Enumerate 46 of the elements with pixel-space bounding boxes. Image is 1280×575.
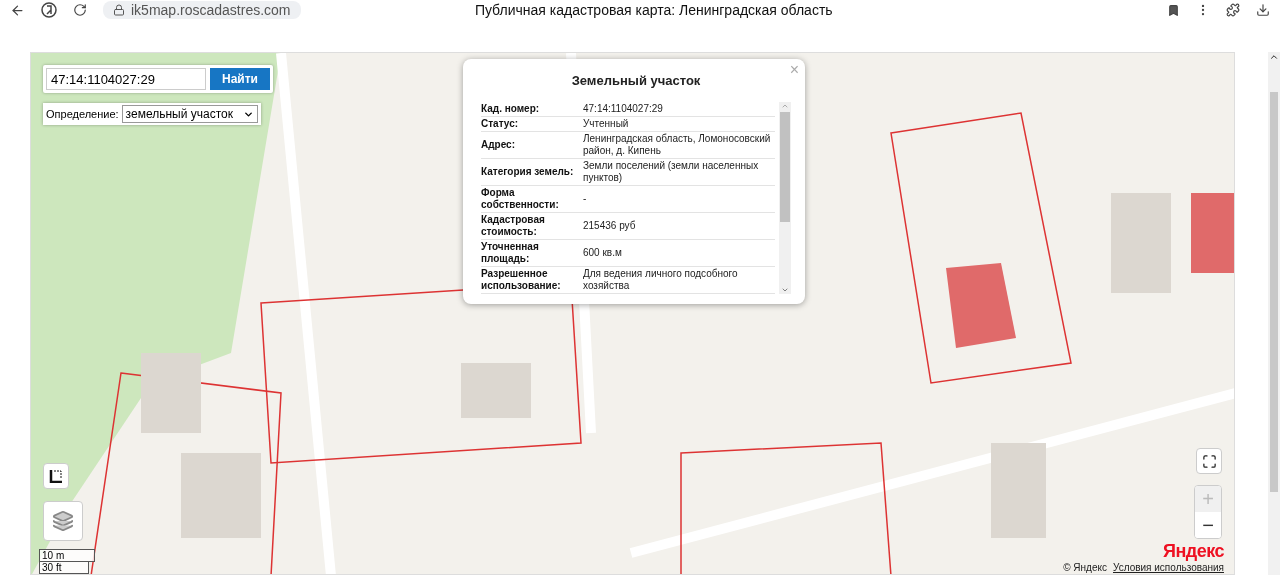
ruler-icon (49, 469, 63, 483)
field-label: Кадастровая стоимость: (481, 214, 546, 238)
lock-icon (113, 4, 125, 16)
search-field[interactable]: 47:14:1104027:29 (46, 68, 206, 90)
layers-icon (52, 510, 74, 532)
field-label: Кад. номер: (481, 103, 541, 115)
address-bar[interactable]: ik5map.roscadastres.com (103, 1, 301, 19)
field-value: - (583, 193, 588, 205)
fullscreen-button[interactable] (1196, 448, 1222, 474)
fullscreen-icon (1201, 453, 1217, 469)
back-icon[interactable] (10, 2, 25, 18)
search-button[interactable]: Найти (210, 68, 270, 90)
field-value: Для ведения личного подсобного хозяйства (583, 268, 739, 292)
browser-logo-icon[interactable] (41, 2, 57, 18)
select-value: земельный участок (125, 107, 233, 121)
field-label: Форма собственности: (481, 187, 560, 211)
scroll-down-icon[interactable] (781, 286, 789, 294)
copyright-text: © Яндекс (1063, 562, 1107, 573)
ruler-button[interactable] (43, 463, 69, 489)
field-value: Ленинградская область, Ломоносовский район, д. Кипень (583, 133, 772, 157)
page-title: Публичная кадастровая карта: Ленинградская область (473, 2, 834, 18)
field-label: Категория земель: (481, 166, 575, 178)
popup-title: Земельный участок (570, 73, 702, 88)
field-label: Разрешенное использование: (481, 268, 562, 292)
scroll-up-icon[interactable] (1269, 52, 1279, 62)
field-value: Земли поселений (земли населенных пунктов) (583, 160, 760, 184)
reload-icon[interactable] (73, 3, 87, 17)
layers-button[interactable] (43, 501, 83, 541)
field-label: Статус: (481, 118, 520, 130)
download-icon[interactable] (1256, 3, 1270, 17)
scrollbar[interactable] (779, 102, 791, 294)
map-logo: Яндекс (1162, 541, 1224, 562)
field-value: 47:14:1104027:29 (583, 103, 664, 115)
scale-bar: 30 ft (39, 562, 89, 574)
extension-icon[interactable] (1226, 3, 1240, 17)
bookmark-icon[interactable] (1167, 3, 1180, 17)
terms-link[interactable]: Условия использования (1113, 562, 1224, 573)
field-value: 215436 руб (583, 220, 637, 232)
field-label: Адрес: (481, 139, 516, 151)
definition-label: Определение: (46, 108, 119, 120)
scale-bar: 10 m (39, 549, 95, 562)
definition-select[interactable]: земельный участок (121, 105, 258, 123)
page-scrollbar[interactable] (1268, 52, 1280, 575)
field-label: Уточненная площадь: (481, 241, 540, 265)
field-value: Учтенный (583, 118, 630, 130)
field-value: 600 кв.м (583, 247, 623, 259)
